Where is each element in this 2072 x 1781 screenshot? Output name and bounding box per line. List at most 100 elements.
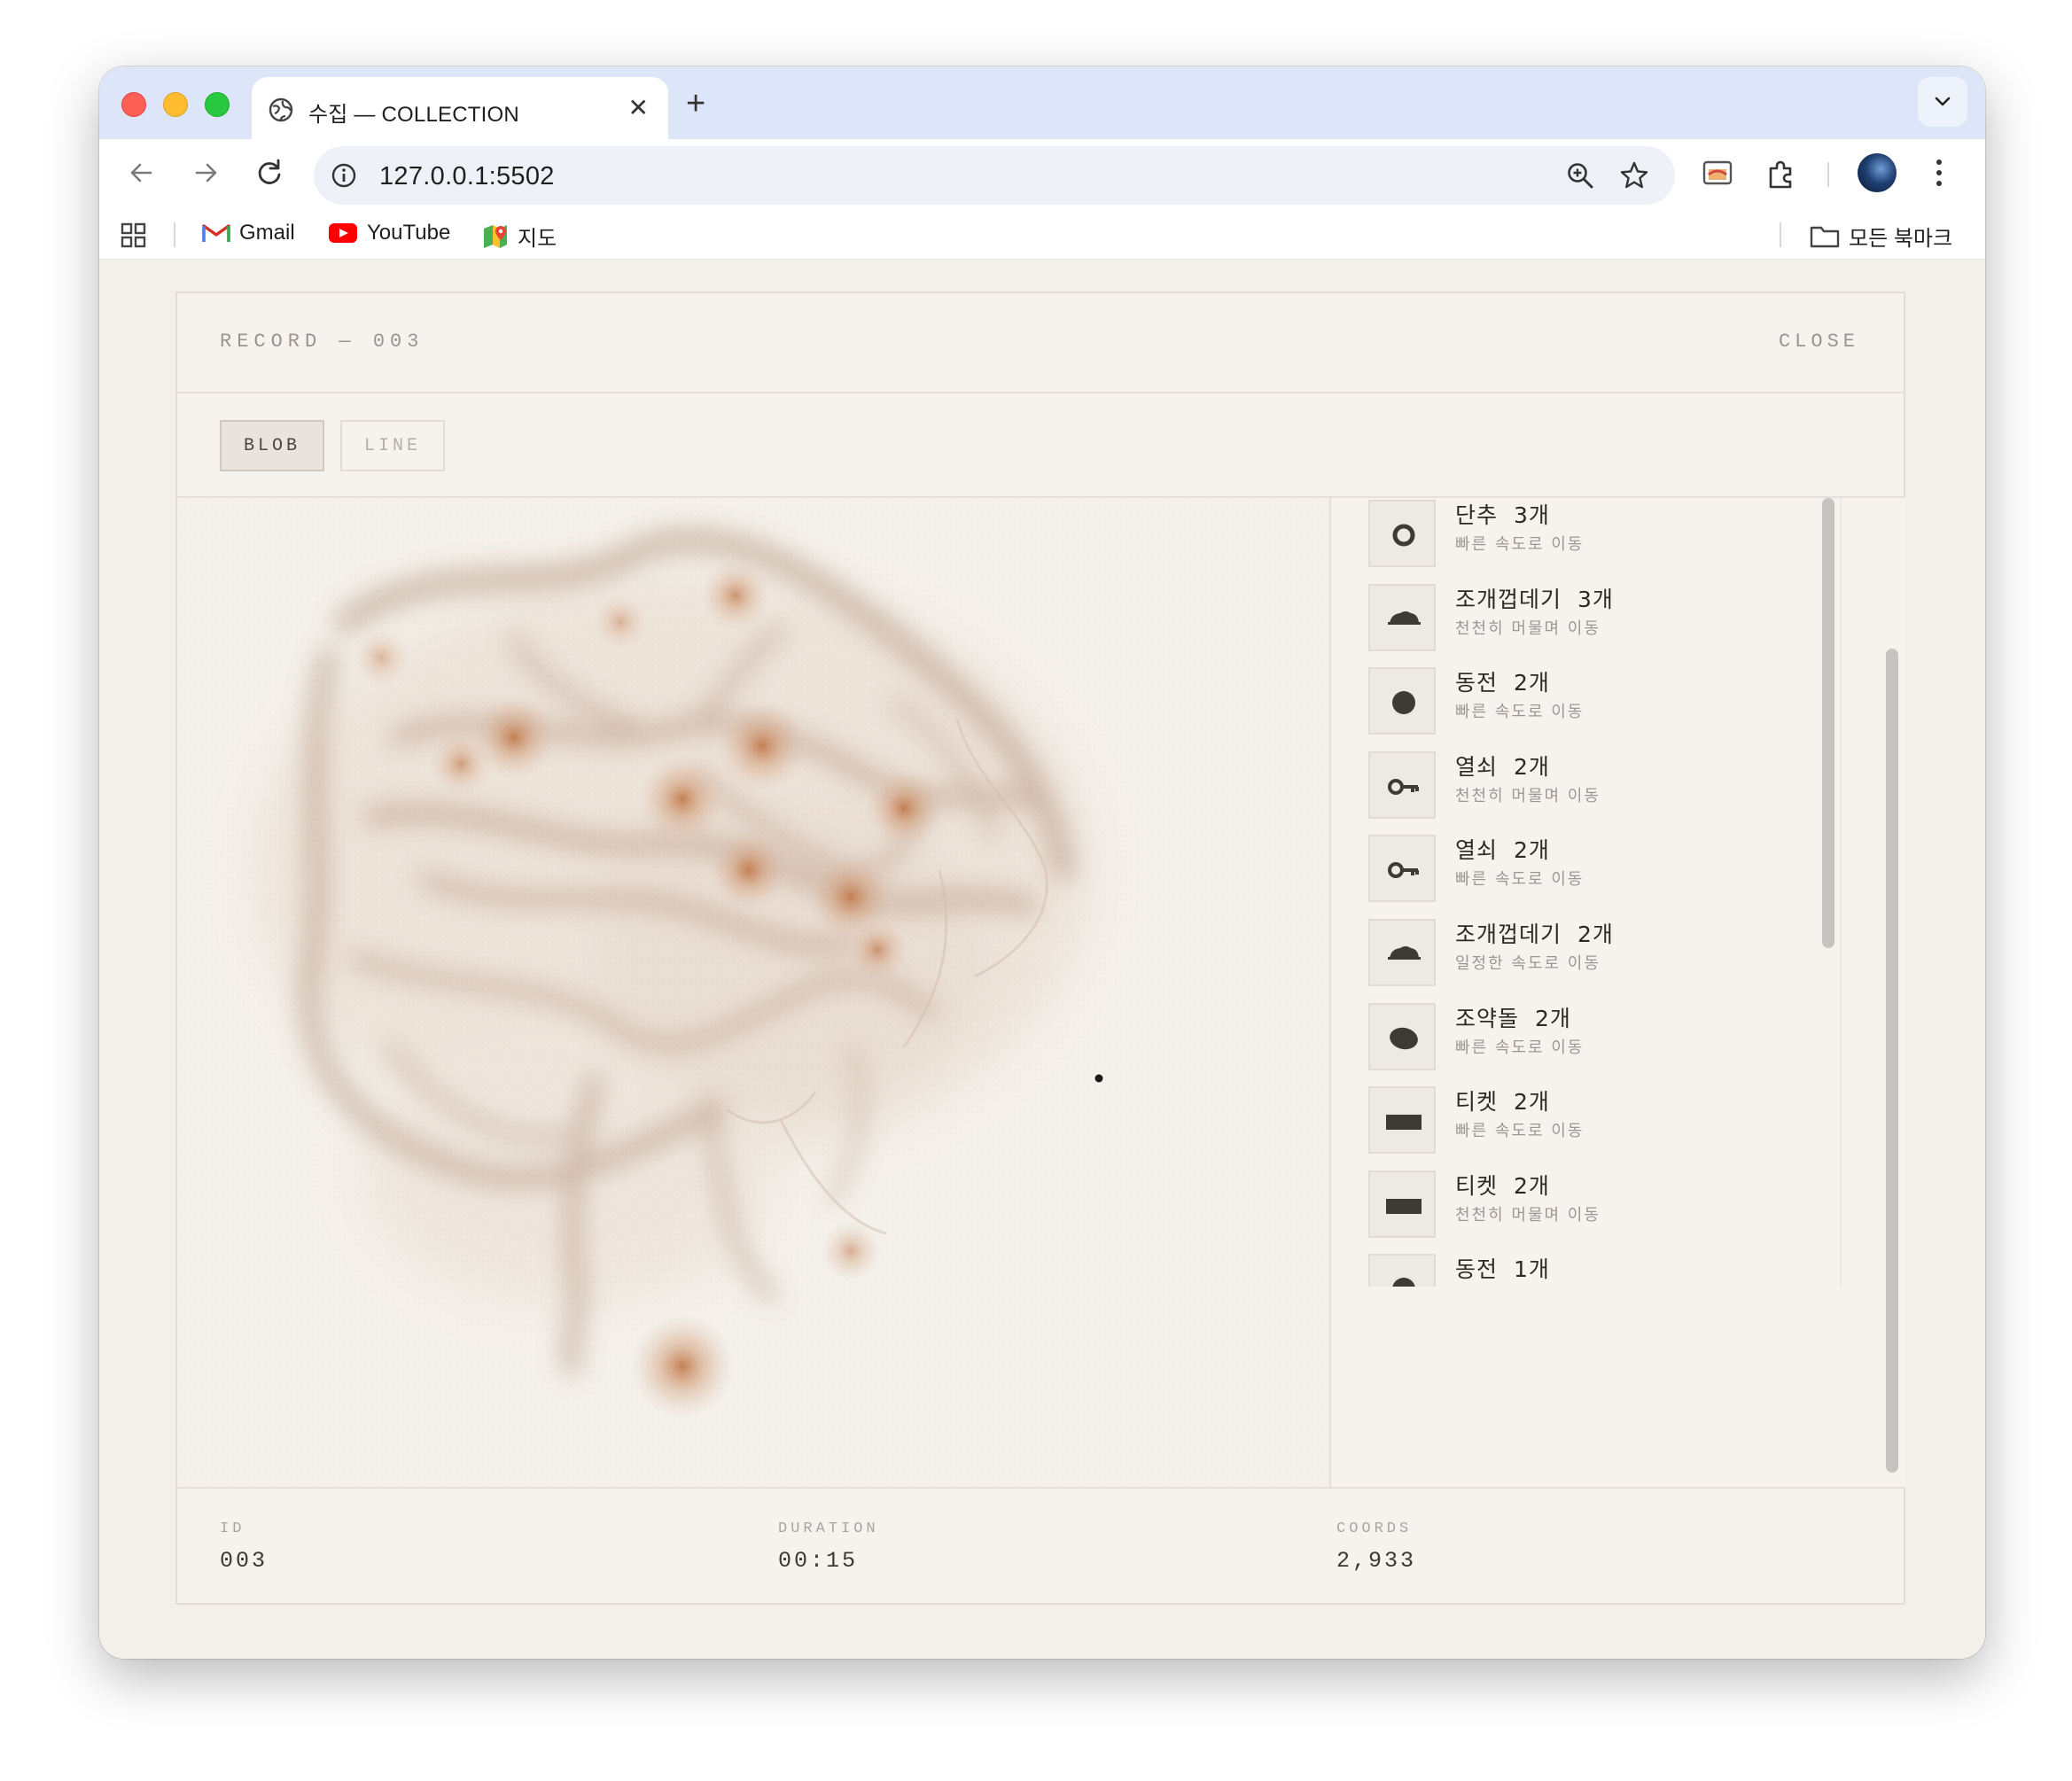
record-title: RECORD — 003 [220, 331, 425, 353]
bookmark-star-icon[interactable] [1618, 159, 1650, 191]
stat-coords: COORDS 2,933 [1336, 1520, 1416, 1574]
bookmark-maps-label: 지도 [518, 227, 557, 251]
item-description: 천천히 머물며 이동 [1455, 618, 1601, 638]
list-item[interactable]: 티켓 2개빠른 속도로 이동 [1368, 1079, 1829, 1163]
item-thumbnail [1368, 1170, 1436, 1238]
item-name: 조약돌 [1455, 1005, 1520, 1031]
maximize-window-button[interactable] [205, 92, 230, 117]
item-description: 빠른 속도로 이동 [1455, 1038, 1585, 1057]
key-icon [1388, 862, 1419, 879]
item-name: 동전 [1455, 1256, 1499, 1283]
all-bookmarks-label: 모든 북마크 [1849, 227, 1953, 251]
list-item[interactable]: 단추 3개빠른 속도로 이동 [1368, 498, 1829, 576]
extensions-puzzle-icon[interactable] [1764, 157, 1799, 192]
list-item[interactable]: 조약돌 2개빠른 속도로 이동 [1368, 996, 1829, 1079]
globe-icon [269, 97, 293, 122]
item-count: 3개 [1577, 586, 1614, 612]
chevron-down-icon [1935, 97, 1951, 106]
tab-search-button[interactable] [1918, 77, 1967, 127]
profile-avatar[interactable] [1858, 153, 1897, 192]
item-list[interactable]: 단추 3개 빠른 속도로 이동 조개껍데기 3개 천천히 머물며 이동 동전 2개 빠른 속도로… [1331, 498, 1842, 1287]
item-title: 열쇠 2개 [1455, 833, 1550, 865]
list-item[interactable]: 열쇠 2개 빠른 속도로 이동 [1368, 828, 1829, 911]
item-description: 빠른 속도로 이동 [1455, 535, 1585, 554]
item-list-scrollbar[interactable] [1822, 498, 1834, 948]
stat-duration-label: DURATION [778, 1520, 879, 1537]
item-name: 열쇠 [1455, 753, 1499, 780]
all-bookmarks-button[interactable]: 모든 북마크 [1810, 221, 1952, 252]
item-name: 단추 [1455, 502, 1499, 528]
blob-visualization [177, 498, 1329, 1487]
bookmark-divider [174, 222, 175, 247]
item-thumbnail [1368, 500, 1436, 567]
url-text[interactable]: 127.0.0.1:5502 [379, 162, 555, 191]
list-item[interactable]: 조개껍데기 3개천천히 머물며 이동 [1368, 577, 1829, 660]
stat-id-label: ID [220, 1520, 245, 1537]
cursor-dot [1094, 1074, 1103, 1083]
shell-icon [1388, 946, 1421, 960]
item-name: 열쇠 [1455, 837, 1499, 864]
circle-icon [1392, 691, 1415, 715]
item-name: 조개껍데기 [1455, 922, 1562, 947]
zoom-icon[interactable] [1565, 160, 1595, 191]
gmail-icon [202, 224, 230, 242]
item-count: 3개 [1514, 502, 1550, 528]
tab-close-icon[interactable]: ✕ [628, 95, 649, 121]
panel-scrollbar-track[interactable] [1881, 498, 1904, 1487]
bookmark-maps[interactable]: 지도 [482, 221, 557, 252]
forward-arrow-icon[interactable] [188, 155, 223, 191]
cast-icon[interactable] [1700, 157, 1735, 191]
panel-scrollbar-thumb[interactable] [1886, 649, 1898, 1473]
list-item[interactable]: 티켓 2개 천천히 머물며 이동 [1368, 1163, 1829, 1247]
stat-duration-value: 00:15 [778, 1548, 859, 1574]
toolbar-divider [1827, 162, 1829, 187]
list-item[interactable]: 열쇠 2개 천천히 머물며 이동 [1368, 744, 1829, 828]
bookmark-gmail[interactable]: Gmail [202, 221, 295, 245]
list-item[interactable]: 조개껍데기 2개일정한 속도로 이동 [1368, 912, 1829, 995]
browser-window: 수집 — COLLECTION ✕ + 127.0.0.1:5502 Gmail… [99, 66, 1985, 1659]
list-item[interactable]: 동전 2개 빠른 속도로 이동 [1368, 660, 1829, 743]
tab-title: 수집 — COLLECTION [308, 103, 519, 127]
item-count: 2개 [1514, 1172, 1550, 1199]
page-viewport: RECORD — 003 CLOSE BLOB LINE 단추 3개 빠른 속도… [99, 260, 1985, 1659]
item-count: 2개 [1514, 837, 1550, 864]
blob-canvas[interactable] [177, 498, 1329, 1487]
stat-duration: DURATION 00:15 [778, 1520, 879, 1574]
item-panel: 단추 3개 빠른 속도로 이동 조개껍데기 3개 천천히 머물며 이동 동전 2개 빠른 속도로… [1329, 498, 1905, 1487]
site-info-icon[interactable] [330, 161, 358, 190]
item-title: 조약돌 2개 [1455, 1001, 1571, 1033]
mode-blob-button[interactable]: BLOB [220, 420, 324, 471]
bookmarks-bar: Gmail YouTube 지도 모든 북마크 [99, 208, 1985, 260]
item-description: 빠른 속도로 이동 [1455, 703, 1585, 722]
stat-coords-label: COORDS [1336, 1520, 1413, 1537]
item-title: 동전 1개 [1455, 1252, 1550, 1284]
item-thumbnail [1368, 1254, 1436, 1287]
item-count: 2개 [1535, 1005, 1571, 1031]
more-menu-icon[interactable] [1930, 155, 1948, 191]
close-window-button[interactable] [121, 92, 146, 117]
stat-id: ID 003 [220, 1520, 268, 1574]
item-description: 일정한 속도로 이동 [1455, 954, 1601, 973]
stat-id-value: 003 [220, 1548, 269, 1574]
item-count: 1개 [1514, 1256, 1550, 1283]
modal-footer: ID 003 DURATION 00:15 COORDS 2,933 [177, 1487, 1904, 1606]
item-name: 동전 [1455, 670, 1499, 696]
item-count: 2개 [1577, 922, 1614, 947]
minimize-window-button[interactable] [163, 92, 188, 117]
item-thumbnail [1368, 835, 1436, 903]
new-tab-button[interactable]: + [686, 86, 705, 121]
back-arrow-icon[interactable] [124, 155, 160, 191]
mode-line-button[interactable]: LINE [340, 420, 445, 471]
close-button[interactable]: CLOSE [1779, 331, 1859, 353]
item-title: 티켓 2개 [1455, 1085, 1550, 1116]
list-item[interactable]: 동전 1개 [1368, 1247, 1829, 1287]
circle-icon [1392, 1278, 1415, 1287]
active-tab[interactable]: 수집 — COLLECTION ✕ [252, 77, 668, 141]
reload-icon[interactable] [252, 155, 287, 191]
item-description: 빠른 속도로 이동 [1455, 1122, 1585, 1141]
address-bar[interactable]: 127.0.0.1:5502 [314, 146, 1675, 205]
item-name: 조개껍데기 [1455, 586, 1562, 612]
item-title: 열쇠 2개 [1455, 750, 1550, 782]
apps-grid-icon[interactable] [121, 222, 147, 249]
bookmark-youtube[interactable]: YouTube [328, 221, 450, 245]
